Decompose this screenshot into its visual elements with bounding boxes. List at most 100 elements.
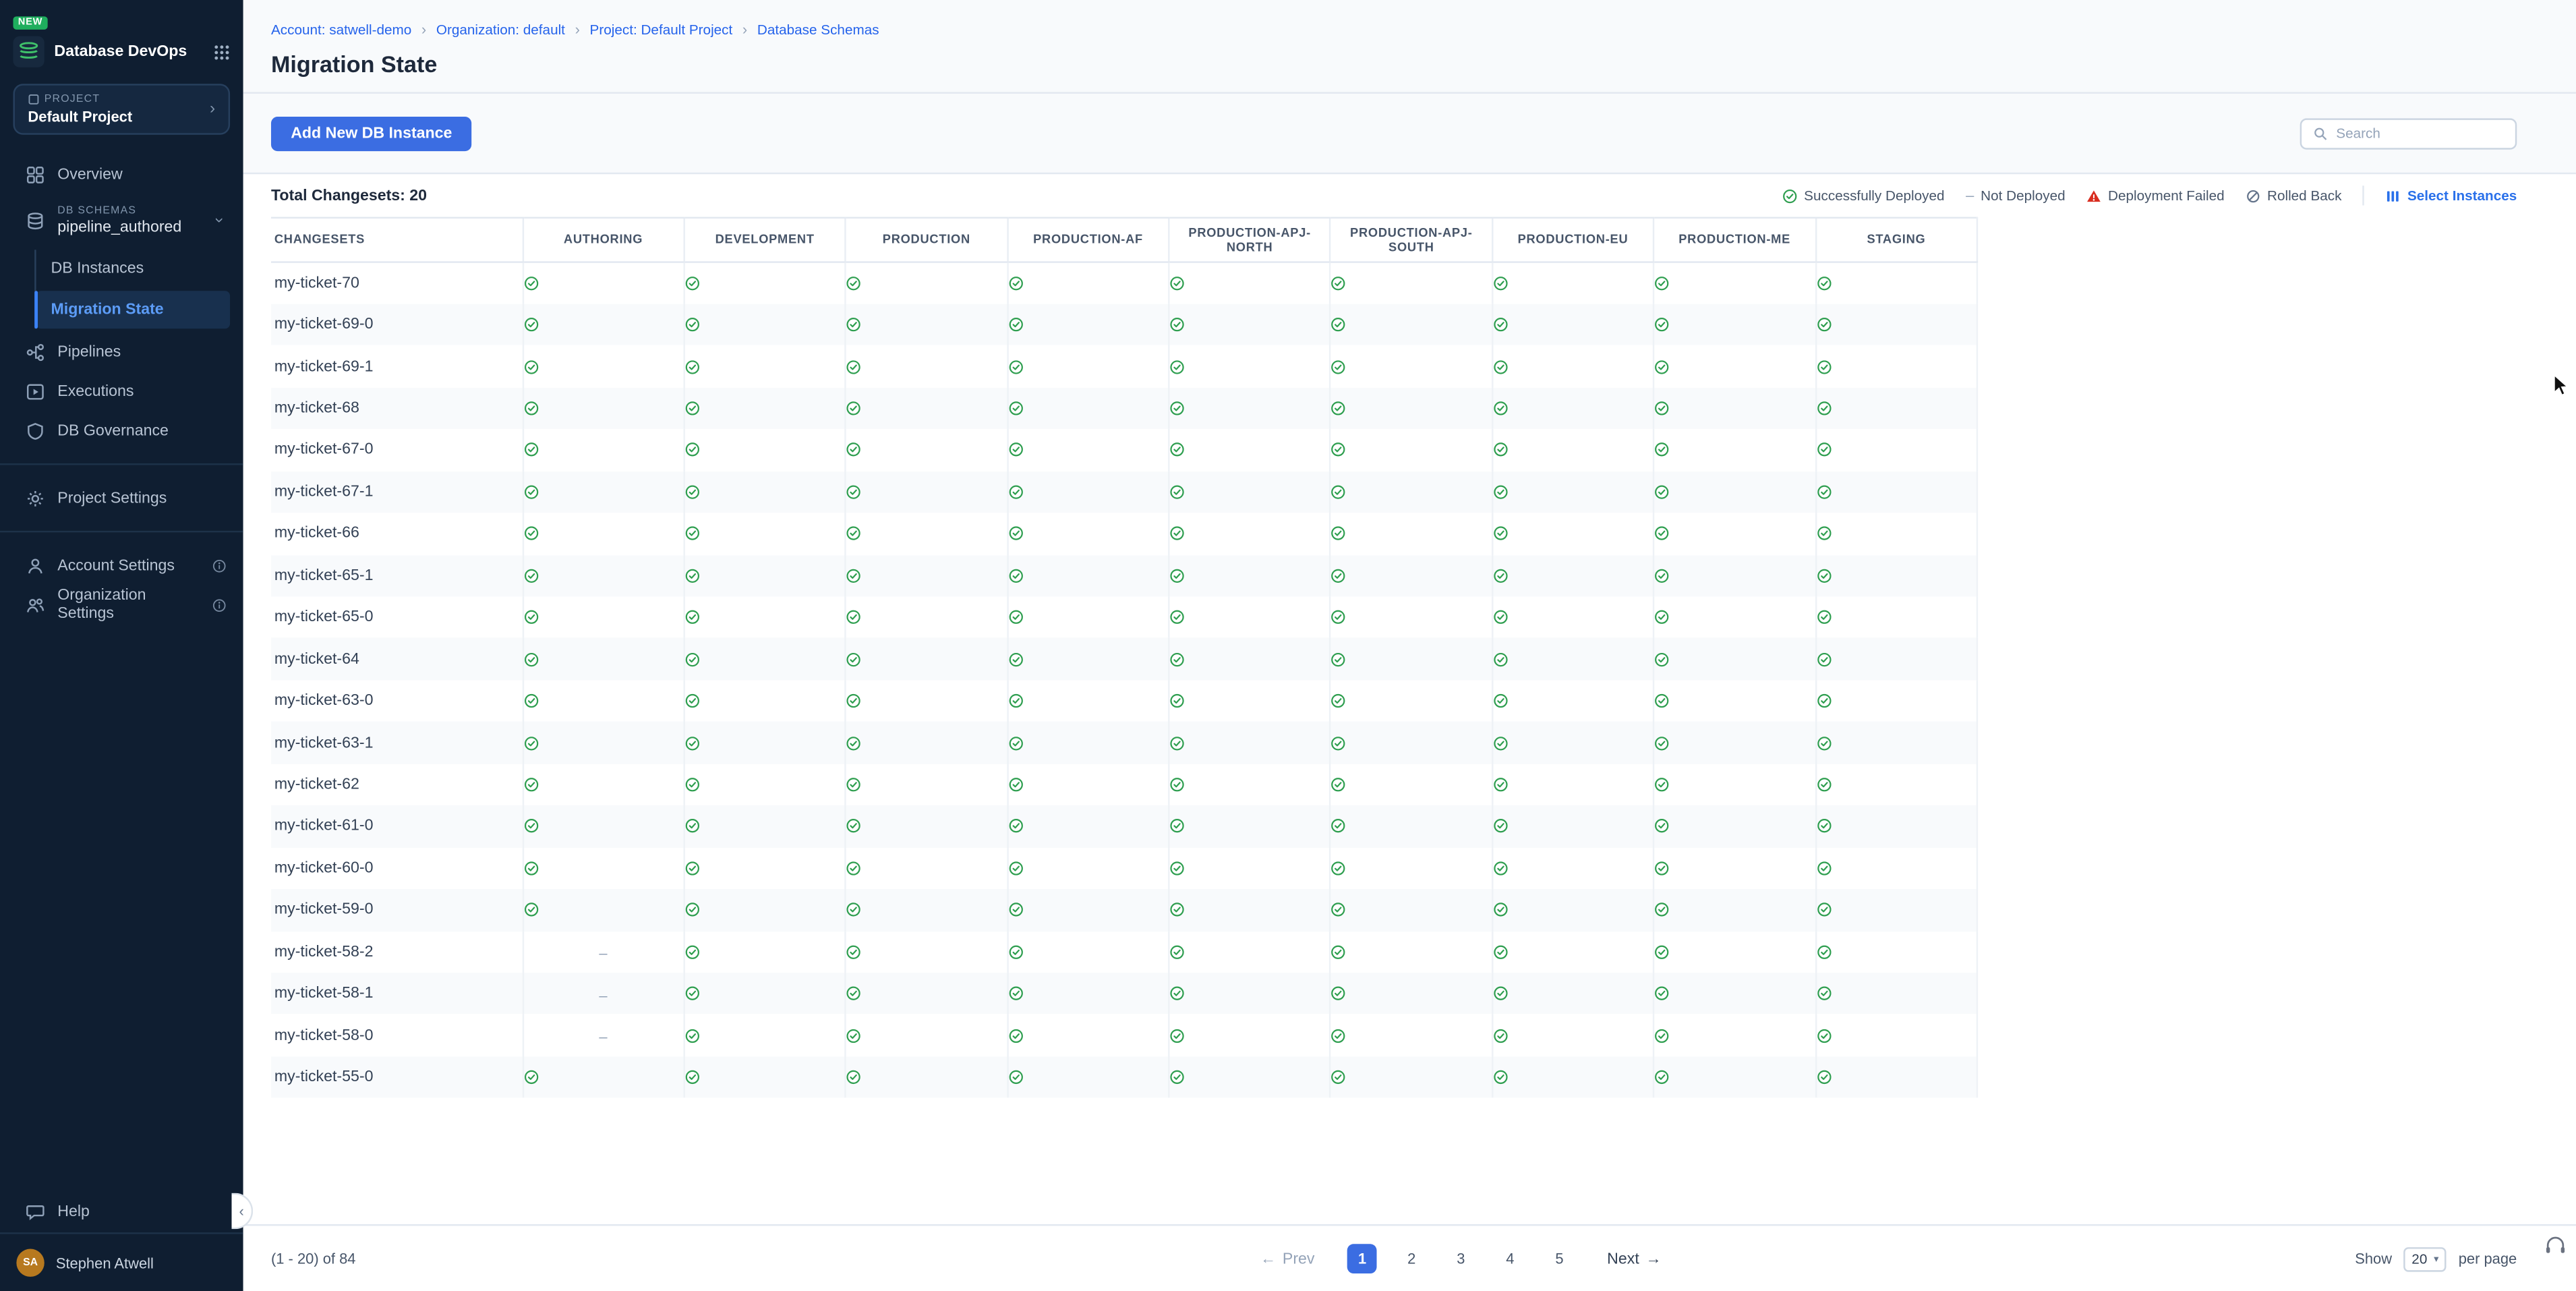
status-deployed-cell bbox=[523, 638, 684, 680]
status-deployed-cell bbox=[1330, 1014, 1492, 1056]
select-instances-button[interactable]: Select Instances bbox=[2386, 188, 2517, 204]
status-deployed-cell bbox=[846, 596, 1007, 638]
changeset-name: my-ticket-66 bbox=[271, 513, 523, 554]
success-icon bbox=[846, 735, 861, 750]
project-selector[interactable]: PROJECT Default Project › bbox=[13, 84, 230, 135]
success-icon bbox=[1331, 735, 1346, 750]
page-size-select[interactable]: 20 ▾ bbox=[2403, 1246, 2447, 1271]
column-header: DEVELOPMENT bbox=[684, 218, 846, 262]
status-deployed-cell bbox=[846, 346, 1007, 388]
success-icon bbox=[1008, 944, 1023, 959]
project-name: Default Project bbox=[28, 109, 210, 125]
status-deployed-cell bbox=[1815, 429, 1977, 471]
success-icon bbox=[1008, 318, 1023, 333]
breadcrumb-link-account[interactable]: Account: satwell-demo bbox=[271, 22, 411, 38]
sidebar-item-db-schemas[interactable]: DB SCHEMAS pipeline_authored › bbox=[0, 194, 243, 246]
sidebar-item-label: Account Settings bbox=[57, 556, 175, 575]
sidebar-item-account-settings[interactable]: Account Settings bbox=[0, 546, 243, 585]
status-deployed-cell bbox=[1169, 554, 1330, 596]
add-db-instance-button[interactable]: Add New DB Instance bbox=[271, 116, 472, 150]
sidebar-item-organization-settings[interactable]: Organization Settings bbox=[0, 585, 243, 624]
success-icon bbox=[1816, 360, 1831, 374]
migration-table: CHANGESETSAUTHORINGDEVELOPMENTPRODUCTION… bbox=[271, 217, 1978, 1098]
success-icon bbox=[1493, 777, 1508, 792]
success-icon bbox=[1816, 944, 1831, 959]
status-deployed-cell bbox=[1169, 471, 1330, 513]
sidebar-item-migration-state[interactable]: Migration State bbox=[36, 291, 230, 328]
dash-icon: – bbox=[599, 945, 607, 961]
success-icon bbox=[1331, 986, 1346, 1001]
success-icon bbox=[1170, 777, 1185, 792]
column-header: PRODUCTION bbox=[846, 218, 1007, 262]
support-headset-icon[interactable] bbox=[2545, 1234, 2567, 1256]
success-icon bbox=[1493, 986, 1508, 1001]
status-deployed-cell bbox=[684, 387, 846, 429]
success-icon bbox=[1170, 484, 1185, 499]
breadcrumb-link-organization[interactable]: Organization: default bbox=[436, 22, 565, 38]
sidebar-item-overview[interactable]: Overview bbox=[0, 154, 243, 194]
page-button-1[interactable]: 1 bbox=[1347, 1244, 1377, 1273]
success-icon bbox=[846, 318, 861, 333]
next-page-button[interactable]: Next → bbox=[1607, 1250, 1662, 1268]
success-icon bbox=[1655, 442, 1670, 457]
success-icon bbox=[1493, 902, 1508, 917]
sidebar-item-pipelines[interactable]: Pipelines bbox=[0, 332, 243, 371]
prev-page-button[interactable]: ← Prev bbox=[1260, 1250, 1315, 1268]
success-icon bbox=[1493, 401, 1508, 416]
page-button-4[interactable]: 4 bbox=[1496, 1244, 1525, 1273]
info-icon[interactable] bbox=[212, 598, 227, 612]
status-deployed-cell bbox=[684, 1056, 846, 1098]
breadcrumb-link-database-schemas[interactable]: Database Schemas bbox=[757, 22, 879, 38]
user-menu[interactable]: SA Stephen Atwell bbox=[0, 1232, 243, 1291]
table-row: my-ticket-59-0 bbox=[271, 889, 1977, 931]
success-icon bbox=[1816, 1070, 1831, 1085]
page-button-3[interactable]: 3 bbox=[1446, 1244, 1475, 1273]
pipelines-icon bbox=[26, 343, 45, 361]
status-deployed-cell bbox=[684, 513, 846, 554]
status-deployed-cell bbox=[1007, 805, 1169, 847]
success-icon bbox=[685, 902, 700, 917]
success-icon bbox=[1170, 318, 1185, 333]
status-deployed-cell bbox=[1007, 722, 1169, 764]
column-header: PRODUCTION-AF bbox=[1007, 218, 1169, 262]
app-grid-icon[interactable] bbox=[214, 44, 230, 60]
success-icon bbox=[1008, 1028, 1023, 1043]
success-icon bbox=[846, 442, 861, 457]
search-input[interactable] bbox=[2336, 125, 2503, 141]
table-row: my-ticket-63-1 bbox=[271, 722, 1977, 764]
status-deployed-cell bbox=[1169, 889, 1330, 931]
status-deployed-cell bbox=[1007, 346, 1169, 388]
table-row: my-ticket-61-0 bbox=[271, 805, 1977, 847]
app-logo-icon bbox=[13, 36, 44, 67]
chevron-right-icon: › bbox=[421, 22, 426, 38]
breadcrumb-link-project[interactable]: Project: Default Project bbox=[590, 22, 733, 38]
status-deployed-cell bbox=[523, 429, 684, 471]
sidebar-item-project-settings[interactable]: Project Settings bbox=[0, 478, 243, 517]
status-deployed-cell bbox=[846, 554, 1007, 596]
sidebar-item-executions[interactable]: Executions bbox=[0, 372, 243, 411]
panel-header: Total Changesets: 20 Successfully Deploy… bbox=[243, 174, 2576, 217]
changeset-name: my-ticket-58-0 bbox=[271, 1014, 523, 1056]
page-button-5[interactable]: 5 bbox=[1545, 1244, 1575, 1273]
status-deployed-cell bbox=[1330, 513, 1492, 554]
sidebar-item-label: Pipelines bbox=[57, 343, 121, 361]
status-deployed-cell bbox=[1653, 722, 1815, 764]
sidebar-item-db-governance[interactable]: DB Governance bbox=[0, 411, 243, 450]
info-icon[interactable] bbox=[212, 558, 227, 573]
table-row: my-ticket-58-2– bbox=[271, 931, 1977, 973]
success-icon bbox=[846, 902, 861, 917]
success-icon bbox=[1331, 610, 1346, 625]
status-deployed-cell bbox=[684, 847, 846, 889]
page-button-2[interactable]: 2 bbox=[1397, 1244, 1426, 1273]
db-schemas-subnav: DB Instances Migration State bbox=[34, 250, 243, 328]
dash-icon: – bbox=[599, 1029, 607, 1045]
sidebar-item-help[interactable]: Help bbox=[0, 1190, 243, 1232]
status-deployed-cell bbox=[1330, 304, 1492, 346]
status-deployed-cell bbox=[1815, 805, 1977, 847]
success-icon bbox=[846, 944, 861, 959]
search-box[interactable] bbox=[2300, 117, 2517, 148]
changeset-name: my-ticket-55-0 bbox=[271, 1056, 523, 1098]
success-icon bbox=[1331, 1070, 1346, 1085]
status-deployed-cell bbox=[1653, 1056, 1815, 1098]
sidebar-item-db-instances[interactable]: DB Instances bbox=[36, 250, 230, 287]
